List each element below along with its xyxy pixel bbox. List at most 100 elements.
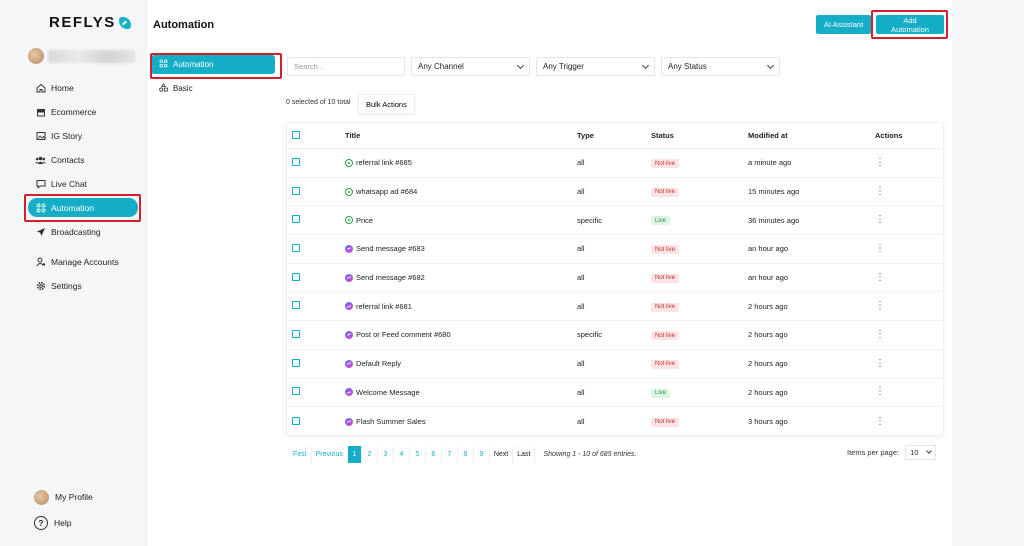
page-button-2[interactable]: 2 — [362, 446, 378, 463]
items-per-page-select[interactable]: 10 — [905, 445, 937, 460]
user-gear-icon — [35, 257, 46, 268]
table-row[interactable]: whatsapp ad #684 all Not live 15 minutes ag… — [287, 178, 943, 207]
more-vertical-icon[interactable]: ⋮ — [875, 243, 885, 254]
bulk-actions-button[interactable]: Bulk Actions — [358, 94, 415, 114]
row-checkbox[interactable] — [292, 329, 300, 338]
page-button-3[interactable]: 3 — [378, 446, 394, 463]
help-link[interactable]: ? Help — [34, 510, 93, 536]
entries-info: Showing 1 - 10 of 685 entries. — [543, 451, 637, 458]
search-input[interactable]: Search... — [287, 57, 405, 76]
page-button-6[interactable]: 6 — [426, 446, 442, 463]
add-automation-button[interactable]: Add Automation — [876, 15, 944, 34]
items-per-page-label: Items per page: — [847, 448, 900, 457]
row-title[interactable]: referral link #685 — [356, 158, 412, 167]
page-button-5[interactable]: 5 — [410, 446, 426, 463]
page-button-1[interactable]: 1 — [347, 446, 362, 463]
sidebar-item-label: Broadcasting — [51, 227, 101, 237]
sidebar-item-manage-accounts[interactable]: Manage Accounts — [28, 250, 144, 274]
status-badge: Not live — [651, 273, 680, 283]
automation-icon — [35, 202, 46, 213]
row-title[interactable]: whatsapp ad #684 — [356, 187, 417, 196]
more-vertical-icon[interactable]: ⋮ — [875, 329, 885, 340]
sidebar-item-broadcasting[interactable]: Broadcasting — [28, 220, 144, 244]
more-vertical-icon[interactable]: ⋮ — [875, 157, 885, 168]
profile-avatar — [34, 489, 49, 505]
sidebar-item-label: Contacts — [51, 155, 85, 165]
row-title[interactable]: Send message #683 — [356, 244, 425, 253]
more-vertical-icon[interactable]: ⋮ — [875, 272, 885, 283]
select-all-checkbox[interactable] — [292, 130, 300, 139]
row-type: all — [577, 359, 585, 369]
sidebar-item-home[interactable]: Home — [28, 76, 144, 100]
send-icon — [35, 227, 46, 238]
row-checkbox[interactable] — [292, 215, 300, 224]
more-vertical-icon[interactable]: ⋮ — [875, 386, 885, 397]
table-row[interactable]: Send message #682 all Not live an hour ago ⋮ — [287, 264, 943, 293]
table-row[interactable]: Price specific Live 36 minutes ago ⋮ — [287, 206, 943, 236]
table-row[interactable]: Send message #683 all Not live an hour ago ⋮ — [287, 235, 943, 264]
table-row[interactable]: Welcome Message all Live 2 hours ago ⋮ — [287, 379, 943, 408]
row-checkbox[interactable] — [292, 358, 300, 367]
row-title[interactable]: Flash Summer Sales — [356, 417, 426, 426]
more-vertical-icon[interactable]: ⋮ — [875, 300, 885, 311]
messenger-icon — [345, 302, 353, 311]
page-button-8[interactable]: 8 — [458, 446, 474, 463]
subnav-item-basic[interactable]: Basic — [151, 79, 279, 98]
row-checkbox[interactable] — [292, 186, 300, 195]
table-row[interactable]: referral link #685 all Not live a minute ag… — [287, 149, 943, 178]
subnav-item-automation[interactable]: Automation — [151, 55, 275, 74]
row-checkbox[interactable] — [292, 301, 300, 310]
items-per-page: Items per page: 10 — [847, 445, 937, 460]
row-modified: 2 hours ago — [748, 301, 788, 311]
sidebar-item-automation[interactable]: Automation — [28, 198, 138, 217]
messenger-icon — [345, 244, 353, 253]
sidebar-item-contacts[interactable]: Contacts — [28, 148, 144, 172]
row-title[interactable]: Post or Feed comment #680 — [356, 330, 451, 339]
sidebar-item-ecommerce[interactable]: Ecommerce — [28, 100, 144, 124]
ai-assistant-button[interactable]: AI Assistant — [816, 15, 872, 34]
table-row[interactable]: Default Reply all Not live 2 hours ago ⋮ — [287, 350, 943, 379]
more-vertical-icon[interactable]: ⋮ — [875, 186, 885, 197]
table-row[interactable]: Flash Summer Sales all Not live 3 hours ago… — [287, 407, 943, 436]
page-button-4[interactable]: 4 — [394, 446, 410, 463]
table-row[interactable]: referral link #681 all Not live 2 hours ago… — [287, 292, 943, 322]
next-page-button[interactable]: Next — [490, 446, 514, 463]
row-title[interactable]: Price — [356, 216, 373, 225]
automation-subnav: Automation Basic — [151, 55, 279, 103]
row-checkbox[interactable] — [292, 243, 300, 252]
row-title[interactable]: referral link #681 — [356, 302, 412, 311]
row-type: all — [577, 387, 585, 397]
table-row[interactable]: Post or Feed comment #680 specific Not liv… — [287, 321, 943, 350]
row-checkbox[interactable] — [292, 272, 300, 281]
table-header: Title Type Status Modified at Actions — [287, 123, 943, 149]
sidebar-item-ig-story[interactable]: IG Story — [28, 124, 144, 148]
row-title[interactable]: Default Reply — [356, 359, 401, 368]
sidebar-item-live-chat[interactable]: Live Chat — [28, 172, 144, 196]
last-page-button[interactable]: Last — [513, 446, 536, 463]
logo[interactable]: REFLYS — [49, 14, 131, 31]
chevron-down-icon — [641, 61, 650, 69]
sidebar-item-settings[interactable]: Settings — [28, 274, 144, 298]
more-vertical-icon[interactable]: ⋮ — [875, 358, 885, 369]
row-title[interactable]: Send message #682 — [356, 273, 425, 282]
row-modified: 15 minutes ago — [748, 187, 800, 197]
more-vertical-icon[interactable]: ⋮ — [875, 416, 885, 427]
trigger-select[interactable]: Any Trigger — [536, 57, 655, 76]
row-title[interactable]: Welcome Message — [356, 388, 420, 397]
status-badge: Not live — [651, 417, 680, 427]
status-select[interactable]: Any Status — [661, 57, 780, 76]
sidebar-bottom: My Profile ? Help — [34, 484, 93, 536]
more-vertical-icon[interactable]: ⋮ — [875, 214, 885, 225]
row-checkbox[interactable] — [292, 157, 300, 166]
row-checkbox[interactable] — [292, 387, 300, 396]
page-button-9[interactable]: 9 — [474, 446, 490, 463]
account-switcher[interactable] — [28, 48, 136, 64]
my-profile-link[interactable]: My Profile — [34, 484, 93, 510]
first-page-button[interactable]: First — [289, 446, 312, 463]
channel-select[interactable]: Any Channel — [411, 57, 530, 76]
page-button-7[interactable]: 7 — [442, 446, 458, 463]
chevron-down-icon — [516, 61, 525, 69]
row-checkbox[interactable] — [292, 416, 300, 425]
previous-page-button[interactable]: Previous — [312, 446, 348, 463]
sidebar-nav: Home Ecommerce IG Story Contacts Live Ch… — [28, 76, 144, 298]
